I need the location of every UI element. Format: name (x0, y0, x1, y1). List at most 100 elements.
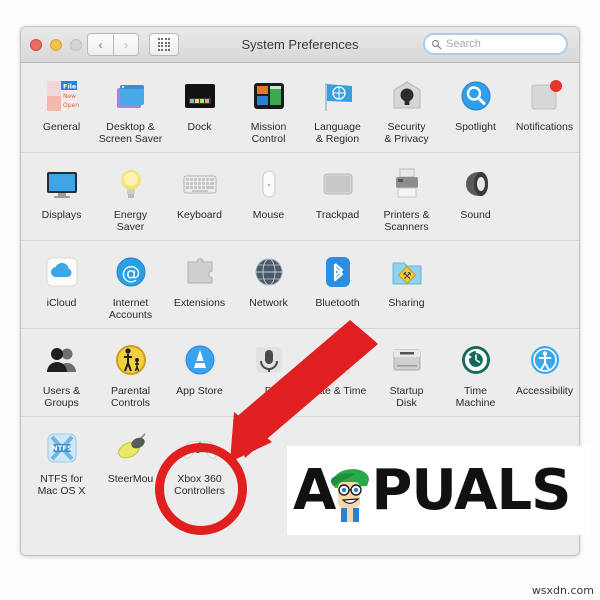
icloud-icon (40, 250, 83, 293)
pref-parental-controls[interactable]: Parental Controls (96, 338, 165, 409)
pref-date-time[interactable]: Date & Time (303, 338, 372, 409)
svg-text:⚒: ⚒ (402, 271, 411, 282)
search-input[interactable] (442, 38, 579, 50)
svg-text:New: New (63, 93, 76, 100)
xbox-360-controllers-icon (178, 426, 221, 469)
pref-keyboard[interactable]: Keyboard (165, 162, 234, 233)
pref-label: Mouse (252, 209, 285, 221)
pref-label: Sound (460, 209, 491, 221)
pref-mission-control[interactable]: Mission Control (234, 74, 303, 145)
time-machine-icon (454, 338, 497, 381)
site-watermark: wsxdn.com (531, 584, 594, 597)
pref-security-privacy[interactable]: Security & Privacy (372, 74, 441, 145)
pref-trackpad[interactable]: Trackpad (303, 162, 372, 233)
pref-label: Desktop & Screen Saver (98, 121, 163, 145)
pref-label: Accessibility (515, 385, 574, 397)
pref-network[interactable]: Network (234, 250, 303, 321)
mouse-icon (247, 162, 290, 205)
app-store-icon (178, 338, 221, 381)
pref-displays[interactable]: Displays (27, 162, 96, 233)
sharing-icon: ⚒ (385, 250, 428, 293)
appuals-watermark: A PUALS (287, 446, 590, 535)
pref-label: Date & Time (308, 385, 367, 397)
pref-label: Keyboard (177, 209, 222, 221)
keyboard-icon (178, 162, 221, 205)
pref-label: NTFS for Mac OS X (37, 473, 86, 497)
pref-desktop-screen-saver[interactable]: Desktop & Screen Saver (96, 74, 165, 145)
pref-label: Time Machine (455, 385, 496, 409)
steermouse-icon (109, 426, 152, 469)
prefs-row-2: Displays Energy Saver Keyboard Mouse Tra… (21, 153, 579, 241)
mission-control-icon (247, 74, 290, 117)
pref-label: General (42, 121, 81, 133)
pref-sound[interactable]: Sound (441, 162, 510, 233)
pref-energy-saver[interactable]: Energy Saver (96, 162, 165, 233)
trackpad-icon (316, 162, 359, 205)
pref-label: Language & Region (314, 121, 361, 145)
ntfs-icon: NTFS (40, 426, 83, 469)
pref-label: Internet Accounts (108, 297, 153, 321)
users-groups-icon (40, 338, 83, 381)
pref-xbox-360-controllers[interactable]: Xbox 360 Controllers (165, 426, 234, 497)
bluetooth-icon (316, 250, 359, 293)
pref-label: Network (249, 297, 288, 309)
internet-accounts-icon: @ (109, 250, 152, 293)
pref-label: Parental Controls (110, 385, 151, 409)
language-region-icon (316, 74, 359, 117)
network-icon (247, 250, 290, 293)
pref-mouse[interactable]: Mouse (234, 162, 303, 233)
pref-notifications[interactable]: Notifications (510, 74, 579, 145)
pref-label: D & (264, 385, 273, 409)
pref-label: Security & Privacy (384, 121, 429, 145)
displays-icon (40, 162, 83, 205)
security-privacy-icon (385, 74, 428, 117)
pref-label: Trackpad (315, 209, 360, 221)
pref-app-store[interactable]: App Store (165, 338, 234, 409)
pref-general[interactable]: File New Open General (27, 74, 96, 145)
pref-label: Energy Saver (113, 209, 148, 233)
sound-icon (454, 162, 497, 205)
pref-sharing[interactable]: ⚒ Sharing (372, 250, 441, 321)
pref-language-region[interactable]: Language & Region (303, 74, 372, 145)
prefs-row-1: File New Open General Desktop & Screen S… (21, 65, 579, 153)
dock-icon (178, 74, 221, 117)
svg-text:NTFS: NTFS (51, 444, 71, 452)
pref-label: Extensions (173, 297, 226, 309)
appuals-word: PUALS (371, 457, 571, 523)
pref-label: Mission Control (250, 121, 287, 145)
pref-internet-accounts[interactable]: @ Internet Accounts (96, 250, 165, 321)
pref-label: Spotlight (455, 121, 496, 133)
pref-steermouse[interactable]: SteerMou (96, 426, 165, 497)
search-icon (431, 39, 442, 49)
spotlight-icon (454, 74, 497, 117)
screenshot-root: ‹ › System Preferences × (0, 0, 600, 600)
prefs-row-3: iCloud @ Internet Accounts Extensions Ne… (21, 241, 579, 329)
pref-label: Bluetooth (315, 297, 360, 309)
pref-startup-disk[interactable]: Startup Disk (372, 338, 441, 409)
pref-ntfs-for-mac-os-x[interactable]: NTFS NTFS for Mac OS X (27, 426, 96, 497)
pref-users-groups[interactable]: Users & Groups (27, 338, 96, 409)
svg-text:@: @ (121, 262, 140, 284)
prefs-row-4: Users & Groups Parental Controls App Sto… (21, 329, 579, 417)
startup-disk-icon (385, 338, 428, 381)
parental-controls-icon (109, 338, 152, 381)
pref-label: Displays (41, 209, 82, 221)
pref-extensions[interactable]: Extensions (165, 250, 234, 321)
pref-label: SteerMou (107, 473, 154, 485)
date-time-icon (316, 338, 359, 381)
appuals-mascot-icon (331, 468, 370, 522)
pref-dictation-speech[interactable]: D & (234, 338, 303, 409)
pref-spotlight[interactable]: Spotlight (441, 74, 510, 145)
pref-printers-scanners[interactable]: Printers & Scanners (372, 162, 441, 233)
notifications-icon (523, 74, 566, 117)
pref-icloud[interactable]: iCloud (27, 250, 96, 321)
pref-accessibility[interactable]: Accessibility (510, 338, 579, 409)
search-field[interactable]: × (423, 33, 579, 55)
svg-text:File: File (63, 82, 77, 90)
pref-label: Notifications (515, 121, 574, 133)
pref-time-machine[interactable]: Time Machine (441, 338, 510, 409)
pref-label: Dock (187, 121, 212, 133)
pref-bluetooth[interactable]: Bluetooth (303, 250, 372, 321)
pref-label: Users & Groups (42, 385, 81, 409)
pref-dock[interactable]: Dock (165, 74, 234, 145)
